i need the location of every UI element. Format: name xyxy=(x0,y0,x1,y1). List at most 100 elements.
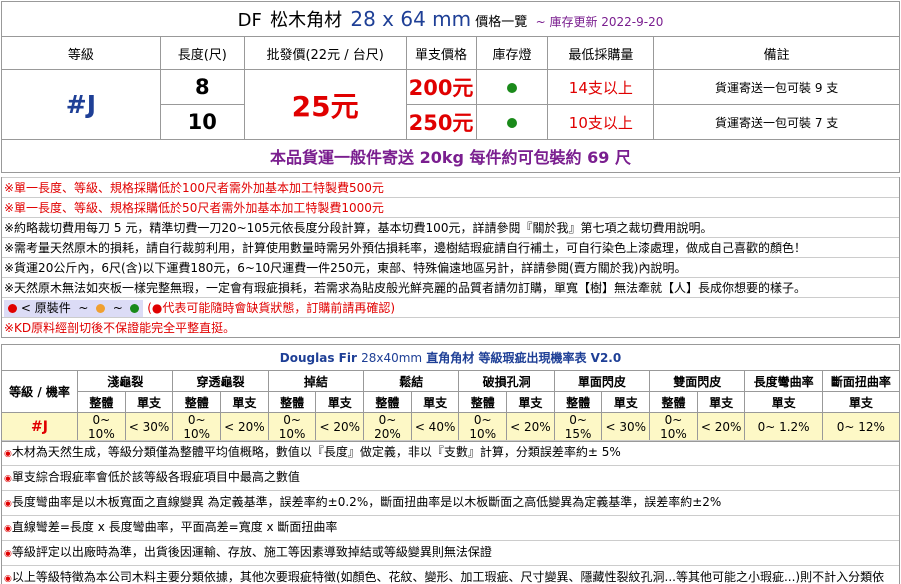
grading-note-text: 直線彎差=長度 x 長度彎曲率，平面高差=寬度 x 斷面扭曲率 xyxy=(11,520,338,534)
orange-dot-icon xyxy=(96,304,106,313)
note-8: 貨運寄送一包可裝 9 支 xyxy=(653,69,900,105)
defect-title: Douglas Fir 28x40mm 直角角材 等級瑕疵出現機率表 V2.0 xyxy=(1,344,900,371)
note-line: ※約略裁切費用每刀 5 元，精準切費一刀20~105元依長度分段計算，基本切費1… xyxy=(2,217,899,237)
row-header: 等級 / 機率 xyxy=(0,370,79,413)
group-bend: 長度彎曲率 xyxy=(744,370,823,392)
stock-dot-icon xyxy=(506,117,517,128)
defect-value: 0~ 10% xyxy=(172,412,222,442)
note-line: ※需考量天然原木的損耗，請自行裁剪利用，計算使用數量時需另外預估損耗率，邊樹結瑕… xyxy=(2,237,899,257)
defect-value: < 20% xyxy=(315,412,365,442)
group-loose-knot-fall: 掉結 xyxy=(267,370,365,392)
sub-whole: 整體 xyxy=(458,391,508,413)
unit-price-10: 250元 xyxy=(405,104,477,140)
col-note: 備註 xyxy=(653,36,900,70)
col-stock: 庫存燈 xyxy=(475,36,549,70)
title-price-list: 價格一覽 xyxy=(475,15,528,30)
note-line: ※單一長度、等級、規格採購低於100尺者需外加基本加工特製費500元 xyxy=(2,177,899,197)
defect-value: < 30% xyxy=(601,412,651,442)
unit-price-8: 200元 xyxy=(405,69,477,105)
grading-note: ◉直線彎差=長度 x 長度彎曲率，平面高差=寬度 x 斷面扭曲率 xyxy=(2,515,899,540)
defect-value: < 20% xyxy=(506,412,555,442)
grading-note-text: 木材為天然生成，等級分類僅為整體平均值概略，數值以『長度』做定義，非以『支數』計… xyxy=(11,445,621,459)
defect-table: Douglas Fir 28x40mm 直角角材 等級瑕疵出現機率表 V2.0 … xyxy=(0,344,901,442)
bullet-icon: ◉ xyxy=(4,449,12,459)
group-damage-hole: 破損孔洞 xyxy=(458,370,555,392)
group-double-wane: 雙面閃皮 xyxy=(649,370,746,392)
bullet-icon: ◉ xyxy=(4,474,12,484)
bullet-icon: ◉ xyxy=(4,549,12,559)
price-sheet: DF 松木角材 28 x 64 mm 價格一覽 ~ 庫存更新 2022-9-20… xyxy=(0,0,901,584)
price-table: DF 松木角材 28 x 64 mm 價格一覽 ~ 庫存更新 2022-9-20… xyxy=(1,1,900,173)
wholesale-price: 25元 xyxy=(243,69,407,140)
sub-whole: 整體 xyxy=(553,391,603,413)
legend-tilde: ~ xyxy=(112,301,123,315)
sub-single: 單支 xyxy=(410,391,460,413)
sub-whole: 整體 xyxy=(77,391,126,413)
green-dot-icon xyxy=(130,304,140,313)
note-line: ※KD原料經剖切後不保證能完全平整直挺。 xyxy=(2,317,899,337)
length-8: 8 xyxy=(159,69,245,105)
sub-single: 單支 xyxy=(315,391,365,413)
grading-note-text: 以上等級特徵為本公司木料主要分類依據，其他次要瑕疵特徵(如顏色、花紋、變形、加工… xyxy=(11,570,885,584)
grading-note-text: 單支綜合瑕疵率會低於該等級各瑕疵項目中最高之數值 xyxy=(11,470,300,484)
sub-whole: 整體 xyxy=(649,391,698,413)
sub-whole: 整體 xyxy=(267,391,317,413)
defect-value: 0~ 10% xyxy=(267,412,317,442)
purchase-notes: ※單一長度、等級、規格採購低於100尺者需外加基本加工特製費500元 ※單一長度… xyxy=(1,177,900,338)
defect-value: 0~ 10% xyxy=(458,412,508,442)
sub-whole: 整體 xyxy=(172,391,222,413)
grading-notes: ◉木材為天然生成，等級分類僅為整體平均值概略，數值以『長度』做定義，非以『支數』… xyxy=(1,440,900,584)
defect-title-rest: 直角角材 等級瑕疵出現機率表 V2.0 xyxy=(426,351,622,365)
col-min-buy: 最低採購量 xyxy=(547,36,655,70)
group-shallow-crack: 淺龜裂 xyxy=(77,370,174,392)
note-line: ※天然原木無法如夾板一樣完整無瑕，一定會有瑕疵損耗，若需求為貼皮般光鮮亮麗的品質… xyxy=(2,277,899,297)
shipping-note: 本品貨運一般件寄送 20kg 每件約可包裝約 69 尺 xyxy=(1,139,900,173)
defect-value: 0~ 10% xyxy=(77,412,126,442)
group-loose-knot: 鬆結 xyxy=(363,370,460,392)
legend-label: < 原裝件 xyxy=(20,301,71,315)
defect-value: < 20% xyxy=(220,412,269,442)
grading-note-text: 等級評定以出廠時為準，出貨後因運輸、存放、施工等因素導致掉結或等級變異則無法保證 xyxy=(11,545,492,559)
title-updated: ~ 庫存更新 2022-9-20 xyxy=(535,15,664,29)
defect-value: 0~ 15% xyxy=(553,412,603,442)
length-10: 10 xyxy=(159,104,245,140)
defect-value: 0~ 1.2% xyxy=(744,412,823,442)
min-buy-10: 10支以上 xyxy=(547,104,655,140)
col-wholesale: 批發價(22元 / 台尺) xyxy=(243,36,407,70)
sub-single: 單支 xyxy=(601,391,651,413)
defect-value: < 40% xyxy=(410,412,460,442)
sub-single: 單支 xyxy=(696,391,746,413)
title-product: 松木角材 xyxy=(270,10,343,31)
col-grade: 等級 xyxy=(1,36,161,70)
defect-value: 0~ 12% xyxy=(821,412,901,442)
group-through-crack: 穿透龜裂 xyxy=(172,370,269,392)
grading-note: ◉等級評定以出廠時為準，出貨後因運輸、存放、施工等因素導致掉結或等級變異則無法保… xyxy=(2,540,899,565)
defect-value: < 20% xyxy=(696,412,746,442)
grading-note: ◉木材為天然生成，等級分類僅為整體平均值概略，數值以『長度』做定義，非以『支數』… xyxy=(2,440,899,465)
grading-note: ◉長度彎曲率是以木板寬面之直線變異 為定義基準，誤差率約±0.2%，斷面扭曲率是… xyxy=(2,490,899,515)
sub-single: 單支 xyxy=(506,391,555,413)
defect-grade: #J xyxy=(0,412,79,442)
grading-note: ◉單支綜合瑕疵率會低於該等級各瑕疵項目中最高之數值 xyxy=(2,465,899,490)
sub-single: 單支 xyxy=(744,391,823,413)
col-length: 長度(尺) xyxy=(159,36,245,70)
group-twist: 斷面扭曲率 xyxy=(821,370,901,392)
grading-note: ◉以上等級特徵為本公司木料主要分類依據，其他次要瑕疵特徵(如顏色、花紋、變形、加… xyxy=(2,565,899,584)
sub-single: 單支 xyxy=(124,391,174,413)
stock-light-10 xyxy=(475,104,549,140)
note-line: ※單一長度、等級、規格採購低於50尺者需外加基本加工特製費1000元 xyxy=(2,197,899,217)
note-line: ※貨運20公斤內，6尺(含)以下運費180元，6~10尺運費一件250元，東部、… xyxy=(2,257,899,277)
group-single-wane: 單面閃皮 xyxy=(553,370,651,392)
sub-single: 單支 xyxy=(821,391,901,413)
defect-value: < 30% xyxy=(124,412,174,442)
bullet-icon: ◉ xyxy=(4,574,12,584)
grading-note-text: 長度彎曲率是以木板寬面之直線變異 為定義基準，誤差率約±0.2%，斷面扭曲率是以… xyxy=(11,495,722,509)
legend-box: < 原裝件 ~ ~ xyxy=(4,300,144,317)
red-dot-icon xyxy=(8,304,17,313)
bullet-icon: ◉ xyxy=(4,499,12,509)
col-unit-price: 單支價格 xyxy=(405,36,477,70)
stock-dot-icon xyxy=(506,82,517,93)
sub-whole: 整體 xyxy=(363,391,412,413)
defect-value: 0~ 20% xyxy=(363,412,412,442)
bullet-icon: ◉ xyxy=(4,524,12,534)
